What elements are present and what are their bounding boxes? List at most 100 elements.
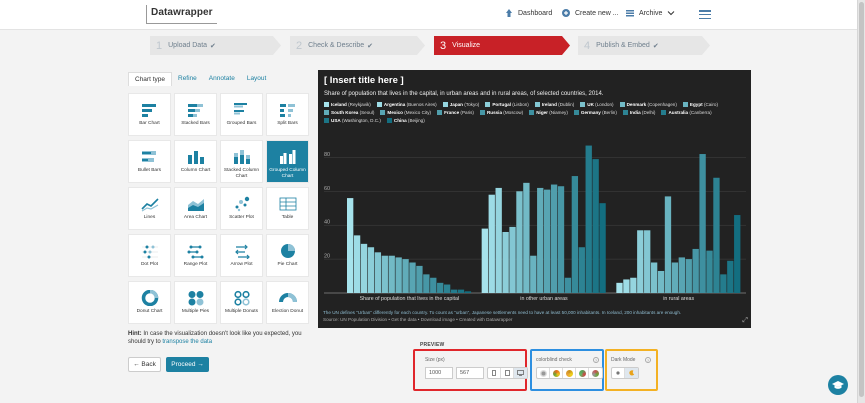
colorblind-normal-button[interactable] [537, 368, 550, 378]
table-icon [279, 197, 296, 211]
legend-name: Niger [536, 109, 548, 115]
light-mode-button[interactable] [612, 368, 625, 378]
help-chat-button[interactable] [828, 375, 848, 395]
chart-type-stacked-column[interactable]: Stacked Column Chart [220, 140, 263, 183]
chart-type-area-chart[interactable]: Area Chart [174, 187, 217, 230]
legend-sub: (Beijing) [406, 117, 425, 123]
archive-icon [626, 10, 634, 17]
chart-type-bullet-bars[interactable]: Bullet Bars [128, 140, 171, 183]
tablet-size-button[interactable] [501, 368, 514, 378]
expand-icon[interactable]: ⤢ [742, 317, 748, 325]
datawrapper-logo[interactable]: Datawrapper [146, 5, 217, 24]
chart-type-multiple-pies[interactable]: Multiple Pies [174, 281, 217, 324]
tab-annotate[interactable]: Annotate [203, 72, 241, 86]
y-tick-label: 20 [324, 254, 330, 260]
hamburger-menu-icon[interactable] [699, 10, 711, 20]
chart-type-dot-plot[interactable]: Dot Plot [128, 234, 171, 277]
chart-type-label: Scatter Plot [229, 215, 254, 220]
legend-sub: (Lisbon) [510, 102, 529, 107]
chart-type-bar-chart[interactable]: Bar Chart [128, 93, 171, 136]
chart-type-donut-chart[interactable]: Donut Chart [128, 281, 171, 324]
step-check-describe[interactable]: 2 Check & Describe ✔ [290, 36, 425, 55]
legend-item: South Korea (Seoul) [324, 109, 374, 117]
check-icon: ✔ [210, 42, 216, 50]
legend-swatch [529, 109, 535, 115]
legend-swatch [580, 102, 586, 107]
tab-layout[interactable]: Layout [241, 72, 273, 86]
multiple-pies-icon [188, 291, 203, 306]
legend-item: Germany (Berlin) [573, 109, 617, 117]
step-visualize[interactable]: 3 Visualize [434, 36, 570, 55]
bar-chart-icon [141, 104, 156, 117]
color-wheel-icon [578, 369, 586, 377]
chart-type-table[interactable]: Table [266, 187, 309, 230]
proceed-button[interactable]: Proceed → [166, 357, 209, 372]
legend-item: India (Delhi) [622, 109, 655, 117]
step-number: 2 [296, 39, 303, 52]
bar [509, 226, 516, 293]
chart-type-election-donut[interactable]: Election Donut [266, 281, 309, 324]
bar [395, 257, 402, 293]
bar [360, 243, 368, 293]
legend-swatch [573, 109, 579, 115]
scrollbar-thumb[interactable] [859, 2, 864, 397]
protanopia-button[interactable] [550, 368, 563, 378]
back-button[interactable]: ← Back [128, 357, 161, 372]
chart-type-multiple-donuts[interactable]: Multiple Donuts [220, 281, 263, 324]
chart-type-lines[interactable]: Lines [128, 187, 171, 230]
chart-type-grouped-column[interactable]: Grouped Column Chart [266, 140, 309, 183]
size-controls: Size (px) 1000 567 [413, 349, 528, 391]
height-input[interactable]: 567 [456, 367, 484, 379]
create-new-menu[interactable]: Create new ... [562, 9, 619, 17]
bar [423, 274, 430, 293]
y-tick-label: 80 [324, 152, 330, 158]
archive-menu[interactable]: Archive [626, 9, 675, 17]
desktop-size-button[interactable] [514, 368, 527, 378]
phone-icon [492, 370, 496, 376]
transpose-data-link[interactable]: transpose the data [162, 339, 212, 345]
chart-type-grouped-bars[interactable]: Grouped Bars [220, 93, 263, 136]
tab-refine[interactable]: Refine [172, 72, 203, 86]
legend-name: Iceland [331, 102, 347, 107]
help-icon[interactable]: ? [593, 357, 599, 363]
step-label: Publish & Embed [596, 42, 650, 49]
chart-title[interactable]: [ Insert title here ] [324, 75, 404, 86]
chart-preview: 20 40 60 80 Share of population that lives i… [318, 70, 751, 328]
chart-type-label: Multiple Donuts [224, 309, 259, 314]
deuteranopia-button[interactable] [563, 368, 576, 378]
legend-swatch [619, 102, 625, 107]
mobile-size-button[interactable] [488, 368, 501, 378]
page-scrollbar[interactable] [857, 0, 865, 403]
tritanopia-button[interactable] [576, 368, 589, 378]
legend-item: Niger (Niamey) [529, 109, 568, 117]
legend-sub: (Tokyo) [462, 102, 480, 107]
visualize-tabs: Chart type Refine Annotate Layout [128, 72, 272, 86]
chart-type-label: Area Chart [183, 215, 208, 220]
chart-type-stacked-bars[interactable]: Stacked Bars [174, 93, 217, 136]
grayscale-button[interactable] [589, 368, 602, 378]
bar [523, 182, 530, 293]
legend-name: Portugal [492, 102, 511, 107]
x-category-label: Share of population that lives in the ca… [360, 296, 460, 302]
legend-sub: (Paris) [459, 109, 474, 115]
chart-type-range-plot[interactable]: Range Plot [174, 234, 217, 277]
chart-type-pie-chart[interactable]: Pie Chart [266, 234, 309, 277]
check-icon: ✔ [367, 42, 374, 50]
dashboard-link[interactable]: Dashboard [505, 9, 552, 17]
dark-mode-button[interactable] [625, 368, 638, 378]
tab-chart-type[interactable]: Chart type [128, 72, 172, 86]
bar [678, 257, 685, 293]
step-publish-embed[interactable]: 4 Publish & Embed ✔ [578, 36, 710, 55]
bar [557, 186, 565, 293]
chart-type-split-bars[interactable]: Split Bars [266, 93, 309, 136]
election-donut-icon [278, 293, 297, 303]
colorblind-label: colorblind check [536, 357, 572, 363]
help-icon[interactable]: ? [645, 357, 651, 363]
chart-type-column-chart[interactable]: Column Chart [174, 140, 217, 183]
legend-item: USA (Washington, D.C.) [324, 117, 381, 125]
chart-type-scatter-plot[interactable]: Scatter Plot [220, 187, 263, 230]
top-navigation-bar: Datawrapper Dashboard Create new ... Arc… [0, 0, 857, 30]
chart-type-arrow-plot[interactable]: Arrow Plot [220, 234, 263, 277]
width-input[interactable]: 1000 [425, 367, 453, 379]
step-upload-data[interactable]: 1 Upload Data ✔ [150, 36, 281, 55]
